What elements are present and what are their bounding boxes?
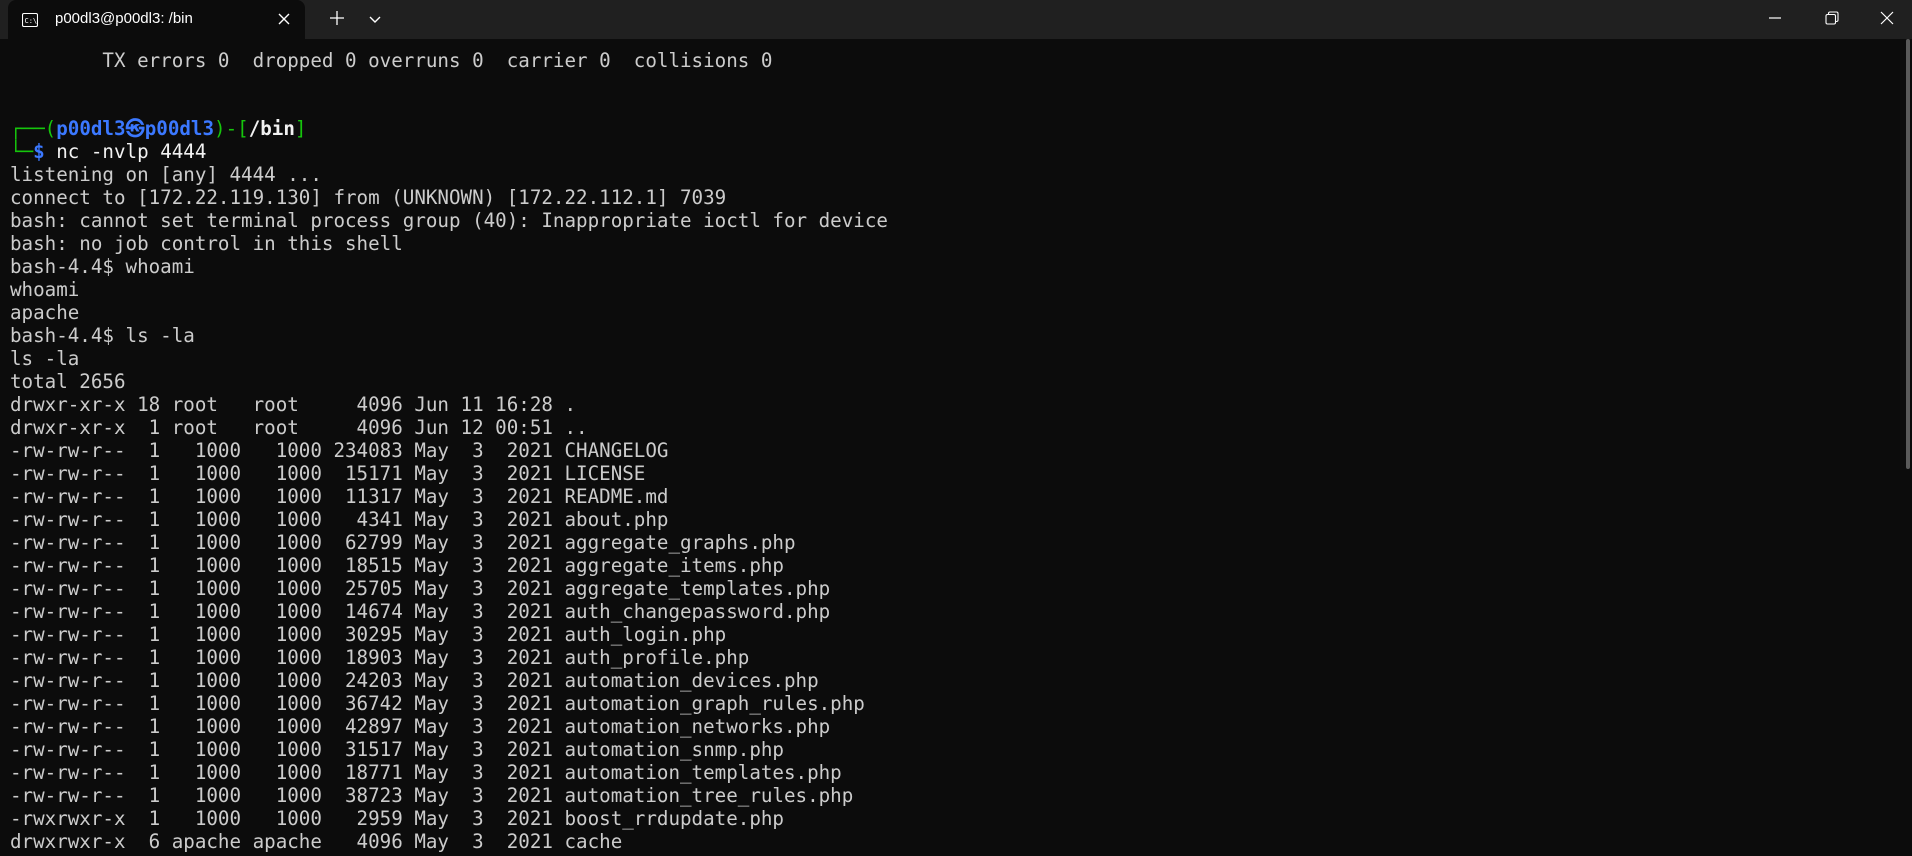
terminal-line: -rw-rw-r-- 1 1000 1000 25705 May 3 2021 …	[10, 577, 831, 600]
prompt-corner-bottom: └─	[10, 140, 34, 163]
scrollbar[interactable]	[1904, 39, 1912, 856]
terminal-output[interactable]: TX errors 0 dropped 0 overruns 0 carrier…	[0, 39, 1912, 856]
terminal-line: drwxrwxr-x 6 apache apache 4096 May 3 20…	[10, 830, 623, 853]
maximize-button[interactable]	[1805, 0, 1859, 39]
terminal-line: -rw-rw-r-- 1 1000 1000 18903 May 3 2021 …	[10, 646, 750, 669]
minimize-button[interactable]	[1748, 0, 1802, 39]
prompt-line-2: └─$ nc -nvlp 4444	[10, 140, 206, 163]
terminal-line: -rw-rw-r-- 1 1000 1000 14674 May 3 2021 …	[10, 600, 831, 623]
terminal-line: drwxr-xr-x 1 root root 4096 Jun 12 00:51…	[10, 416, 588, 439]
terminal-line: bash: no job control in this shell	[10, 232, 403, 255]
terminal-line: whoami	[10, 278, 80, 301]
terminal-line: -rw-rw-r-- 1 1000 1000 36742 May 3 2021 …	[10, 692, 865, 715]
terminal-line: -rwxrwxr-x 1 1000 1000 2959 May 3 2021 b…	[10, 807, 784, 830]
terminal-line: bash-4.4$ whoami	[10, 255, 195, 278]
terminal-line: -rw-rw-r-- 1 1000 1000 15171 May 3 2021 …	[10, 462, 646, 485]
new-tab-button[interactable]	[322, 0, 352, 39]
terminal-line: connect to [172.22.119.130] from (UNKNOW…	[10, 186, 727, 209]
terminal-line: bash: cannot set terminal process group …	[10, 209, 888, 232]
terminal-line: -rw-rw-r-- 1 1000 1000 11317 May 3 2021 …	[10, 485, 669, 508]
prompt-dollar: $	[33, 140, 45, 163]
terminal-line: -rw-rw-r-- 1 1000 1000 30295 May 3 2021 …	[10, 623, 727, 646]
terminal-window: C:\ p00dl3@p00dl3: /bin TX errors 0 drop…	[0, 0, 1912, 856]
plus-icon	[329, 10, 345, 30]
tab-title: p00dl3@p00dl3: /bin	[55, 10, 193, 27]
terminal-line: bash-4.4$ ls -la	[10, 324, 195, 347]
prompt-command: nc -nvlp 4444	[44, 140, 207, 163]
terminal-line: apache	[10, 301, 80, 324]
terminal-line: -rw-rw-r-- 1 1000 1000 31517 May 3 2021 …	[10, 738, 784, 761]
prompt-cwd: /bin	[248, 117, 295, 140]
prompt-corner-top: ┌──(	[10, 117, 57, 140]
terminal-line: -rw-rw-r-- 1 1000 1000 18515 May 3 2021 …	[10, 554, 784, 577]
terminal-line: TX errors 0 dropped 0 overruns 0 carrier…	[10, 49, 773, 72]
svg-text:C:\: C:\	[25, 17, 38, 25]
prompt-line-1: ┌──(p00dl3㉿p00dl3)-[/bin]	[10, 117, 306, 140]
minimize-icon	[1768, 10, 1782, 29]
prompt-separator: )-[	[214, 117, 249, 140]
terminal-line: drwxr-xr-x 18 root root 4096 Jun 11 16:2…	[10, 393, 577, 416]
terminal-line: -rw-rw-r-- 1 1000 1000 4341 May 3 2021 a…	[10, 508, 669, 531]
terminal-line: -rw-rw-r-- 1 1000 1000 24203 May 3 2021 …	[10, 669, 819, 692]
prompt-bracket-close: ]	[294, 117, 307, 140]
close-button[interactable]	[1862, 0, 1912, 39]
restore-icon	[1825, 10, 1839, 29]
terminal-line: -rw-rw-r-- 1 1000 1000 38723 May 3 2021 …	[10, 784, 854, 807]
terminal-line: -rw-rw-r-- 1 1000 1000 42897 May 3 2021 …	[10, 715, 831, 738]
terminal-line: -rw-rw-r-- 1 1000 1000 62799 May 3 2021 …	[10, 531, 796, 554]
terminal-icon: C:\	[21, 12, 39, 28]
tab-close-icon[interactable]	[276, 11, 292, 27]
tab-terminal[interactable]: C:\ p00dl3@p00dl3: /bin	[8, 0, 305, 39]
terminal-line: total 2656	[10, 370, 126, 393]
title-bar: C:\ p00dl3@p00dl3: /bin	[0, 0, 1912, 39]
terminal-line: -rw-rw-r-- 1 1000 1000 234083 May 3 2021…	[10, 439, 669, 462]
scrollbar-thumb[interactable]	[1906, 39, 1910, 469]
terminal-line: -rw-rw-r-- 1 1000 1000 18771 May 3 2021 …	[10, 761, 842, 784]
close-icon	[1880, 10, 1894, 29]
tab-dropdown-button[interactable]	[360, 0, 390, 39]
terminal-line: ls -la	[10, 347, 80, 370]
terminal-line: listening on [any] 4444 ...	[10, 163, 322, 186]
chevron-down-icon	[368, 10, 382, 29]
prompt-user-host: p00dl3㉿p00dl3	[56, 117, 215, 140]
